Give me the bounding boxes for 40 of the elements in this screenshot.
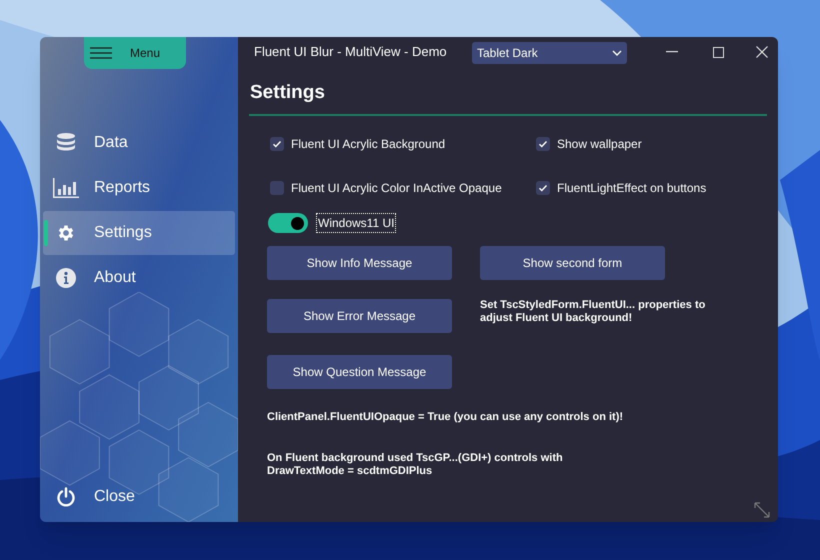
check-icon bbox=[538, 183, 548, 193]
nav-item[interactable]: Settings bbox=[43, 211, 235, 255]
bar-chart-icon bbox=[53, 178, 79, 198]
menu-icon bbox=[90, 47, 112, 59]
checkbox-label: Show wallpaper bbox=[557, 136, 642, 153]
action-button[interactable]: Show Error Message bbox=[267, 299, 452, 333]
page-heading: Settings bbox=[249, 81, 326, 105]
nav-item[interactable]: Reports bbox=[43, 166, 235, 210]
action-button[interactable]: Show Question Message bbox=[267, 355, 452, 389]
action-button[interactable]: Show Info Message bbox=[267, 246, 452, 280]
checkbox-label: Fluent UI Acrylic Background bbox=[291, 136, 446, 153]
checkbox[interactable] bbox=[536, 181, 550, 195]
menu-button[interactable]: Menu bbox=[84, 37, 186, 69]
close-icon bbox=[756, 46, 768, 58]
checkbox[interactable] bbox=[270, 137, 284, 151]
checkbox[interactable] bbox=[270, 181, 284, 195]
checkbox-label: Fluent UI Acrylic Color InActive Opaque bbox=[291, 180, 502, 197]
selection-indicator bbox=[44, 220, 48, 246]
theme-dropdown[interactable]: Tablet Dark bbox=[472, 42, 627, 64]
power-icon bbox=[56, 487, 76, 507]
maximize-icon bbox=[712, 46, 724, 58]
checkbox-label: FluentLightEffect on buttons bbox=[557, 180, 706, 197]
gear-icon bbox=[56, 223, 76, 243]
check-icon bbox=[272, 139, 282, 149]
info-note: On Fluent background used TscGP...(GDI+) controls with DrawTextMode = scdtmGDIPlus bbox=[267, 452, 564, 478]
checkbox[interactable] bbox=[536, 137, 550, 151]
nav-item[interactable]: Data bbox=[43, 121, 235, 165]
action-button[interactable]: Show second form bbox=[480, 246, 665, 280]
info-icon bbox=[56, 268, 76, 288]
toggle-switch[interactable] bbox=[268, 213, 308, 233]
check-icon bbox=[538, 139, 548, 149]
chevron-down-icon bbox=[612, 50, 622, 56]
info-note: Set TscStyledForm.FluentUI... properties to adjust Fluent UI background! bbox=[480, 299, 706, 326]
nav-item[interactable]: About bbox=[43, 256, 235, 300]
info-note: ClientPanel.FluentUIOpaque = True (you can use any controls on it)! bbox=[267, 411, 624, 424]
minimize-icon bbox=[666, 51, 678, 53]
resize-icon bbox=[754, 502, 770, 518]
close-nav-item[interactable]: Close bbox=[43, 482, 135, 512]
toggle-label: Windows11 UI bbox=[316, 213, 396, 233]
window-title: Fluent UI Blur - MultiView - Demo bbox=[254, 43, 448, 62]
